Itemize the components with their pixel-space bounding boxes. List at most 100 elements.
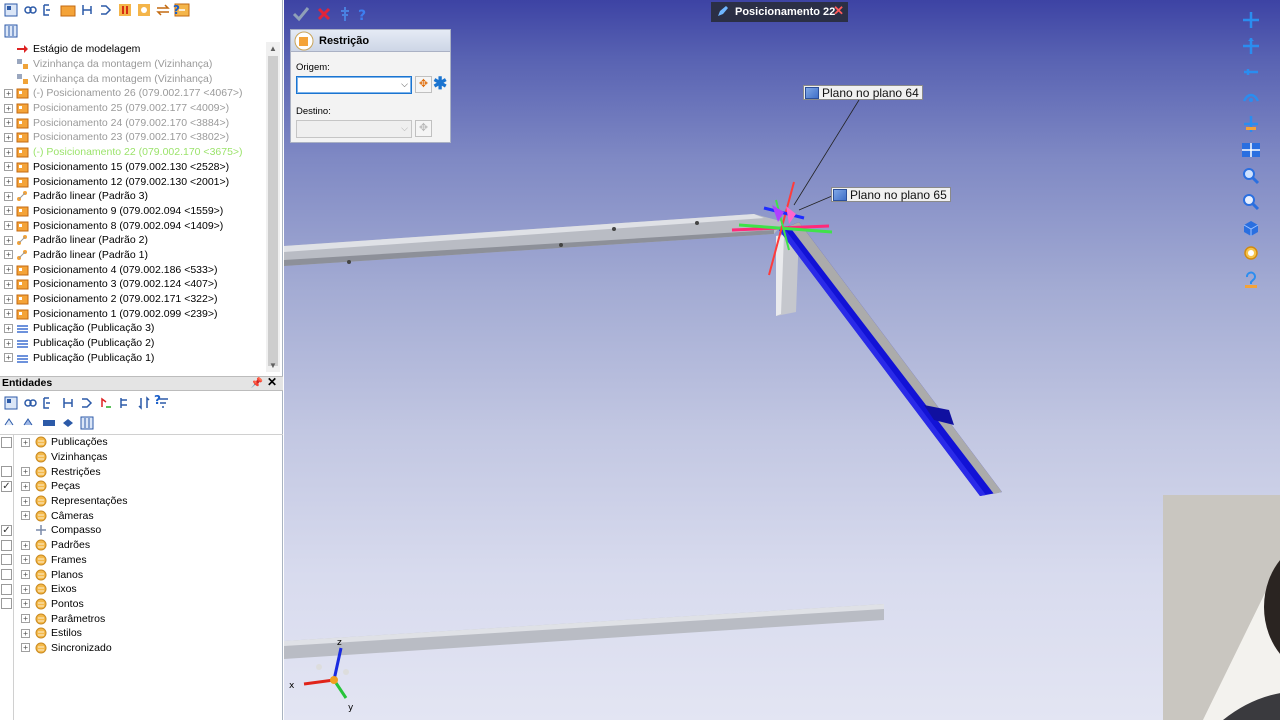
visibility-checkbox[interactable] [1, 583, 12, 595]
expand-icon[interactable]: + [4, 88, 13, 98]
help-icon[interactable]: ? [154, 393, 161, 407]
plane-label-64[interactable]: Plano no plano 64 [803, 85, 923, 100]
query-icon[interactable] [1241, 270, 1261, 289]
show-icon[interactable] [2, 415, 19, 432]
swap-icon[interactable] [154, 2, 171, 19]
selected-beam[interactable] [779, 222, 1002, 496]
entity-item[interactable]: + Publicações [0, 435, 283, 450]
close-icon[interactable]: ✕ [267, 376, 277, 389]
entity-item[interactable]: + Parâmetros [0, 611, 283, 626]
tree-item[interactable]: + Publicação (Publicação 2) [0, 336, 266, 351]
tree-item[interactable]: + Posicionamento 2 (079.002.171 <322>) [0, 292, 266, 307]
destination-combo[interactable]: ⌵ [296, 120, 412, 138]
command-help-icon[interactable]: ? [358, 8, 366, 24]
expand-all-icon[interactable] [116, 395, 133, 412]
entity-item[interactable]: ✓ + Peças [0, 479, 283, 494]
entity-item[interactable]: + Pontos [0, 597, 283, 612]
chevron-down-icon[interactable]: ⌵ [401, 123, 408, 134]
link-icon[interactable] [21, 2, 38, 19]
columns-icon[interactable] [2, 23, 19, 40]
tree-item[interactable]: + Posicionamento 8 (079.002.094 <1409>) [0, 218, 266, 233]
expand-icon[interactable]: + [21, 540, 30, 550]
origin-combo[interactable]: ⌵ [296, 76, 412, 94]
expand-icon[interactable]: + [21, 643, 30, 653]
tree-item[interactable]: + Publicação (Publicação 1) [0, 350, 266, 365]
tree-item[interactable]: Vizinhança da montagem (Vizinhança) [0, 57, 266, 72]
entity-item[interactable]: + Restrições [0, 464, 283, 479]
entity-item[interactable]: + Padrões [0, 538, 283, 553]
expand-icon[interactable]: + [21, 467, 30, 477]
merge-icon[interactable] [97, 2, 114, 19]
cube-view-icon[interactable] [1241, 218, 1261, 237]
command-tab[interactable]: Posicionamento 22 ✕ [711, 2, 848, 22]
expand-icon[interactable]: + [4, 118, 13, 128]
zoom-icon[interactable] [1241, 192, 1261, 211]
tree-item[interactable]: + Padrão linear (Padrão 2) [0, 233, 266, 248]
expand-icon[interactable]: + [4, 103, 13, 113]
entity-item[interactable]: + Estilos [0, 626, 283, 641]
tree-scrollbar[interactable]: ▲ ▼ [266, 42, 280, 372]
hierarchy-icon[interactable] [40, 395, 57, 412]
tree-item[interactable]: + Posicionamento 9 (079.002.094 <1559>) [0, 204, 266, 219]
expand-icon[interactable]: + [4, 338, 13, 348]
window-layout-icon[interactable] [1241, 140, 1261, 159]
link-icon[interactable] [21, 395, 38, 412]
expand-icon[interactable]: + [4, 265, 13, 275]
tree-item[interactable]: Vizinhança da montagem (Vizinhança) [0, 71, 266, 86]
merge-icon[interactable] [78, 395, 95, 412]
entity-item[interactable]: + Planos [0, 567, 283, 582]
expand-icon[interactable]: + [4, 147, 13, 157]
expand-icon[interactable]: + [4, 177, 13, 187]
tree-item[interactable]: + Posicionamento 12 (079.002.130 <2001>) [0, 174, 266, 189]
expand-icon[interactable]: + [4, 353, 13, 363]
tree-item[interactable]: Estágio de modelagem [0, 42, 266, 57]
expand-icon[interactable]: + [4, 323, 13, 333]
expand-icon[interactable]: + [21, 570, 30, 580]
tree-view-icon[interactable] [2, 395, 19, 412]
expand-icon[interactable]: + [21, 628, 30, 638]
help-icon[interactable]: ? [173, 3, 180, 17]
expand-icon[interactable]: + [21, 481, 30, 491]
folder-orange-icon[interactable] [59, 2, 76, 19]
3d-viewport[interactable]: z x y ? Posicionamento 22 ✕ Restrição Or… [284, 0, 1280, 720]
tree-item[interactable]: + Padrão linear (Padrão 3) [0, 189, 266, 204]
expand-icon[interactable]: + [21, 511, 30, 521]
expand-icon[interactable]: + [21, 496, 30, 506]
expand-icon[interactable]: + [21, 614, 30, 624]
expand-icon[interactable]: + [21, 584, 30, 594]
tree-item[interactable]: + Posicionamento 15 (079.002.130 <2528>) [0, 160, 266, 175]
visibility-checkbox[interactable] [1, 598, 12, 610]
tree-item[interactable]: + Posicionamento 25 (079.002.177 <4009>) [0, 101, 266, 116]
entity-item[interactable]: ✓ Compasso [0, 523, 283, 538]
expand-icon[interactable]: + [4, 162, 13, 172]
expand-icon[interactable]: + [4, 132, 13, 142]
pin-command-icon[interactable] [338, 6, 352, 25]
tree-view-icon[interactable] [2, 2, 19, 19]
expand-icon[interactable]: + [21, 437, 30, 447]
expand-icon[interactable]: + [4, 235, 13, 245]
branch-icon[interactable] [78, 2, 95, 19]
branch-icon[interactable] [59, 395, 76, 412]
tree-item[interactable]: + (-) Posicionamento 22 (079.002.170 <367… [0, 145, 266, 160]
hide-icon[interactable] [21, 415, 38, 432]
isolate-icon[interactable] [59, 415, 76, 432]
expand-icon[interactable]: + [4, 191, 13, 201]
sort-icon[interactable] [116, 2, 133, 19]
tree-item[interactable]: + (-) Posicionamento 26 (079.002.177 <406… [0, 86, 266, 101]
tree-item[interactable]: + Posicionamento 24 (079.002.170 <3884>) [0, 115, 266, 130]
expand-icon[interactable]: + [4, 206, 13, 216]
entity-item[interactable]: + Câmeras [0, 508, 283, 523]
expand-icon[interactable]: + [4, 279, 13, 289]
scroll-down-icon[interactable]: ▼ [269, 361, 277, 370]
search-point-icon[interactable] [1241, 244, 1261, 263]
filter-icon[interactable] [135, 2, 152, 19]
visibility-checkbox[interactable] [1, 436, 12, 448]
visibility-checkbox[interactable] [1, 554, 12, 566]
columns-icon[interactable] [78, 415, 95, 432]
expand-icon[interactable]: + [4, 309, 13, 319]
pin-icon[interactable]: 📌 [251, 377, 263, 390]
destination-pick-button[interactable]: ✥ [415, 120, 432, 137]
origin-pick-button[interactable]: ✥ [415, 76, 432, 93]
floor-beam[interactable] [284, 604, 884, 659]
plane-label-65[interactable]: Plano no plano 65 [831, 187, 951, 202]
